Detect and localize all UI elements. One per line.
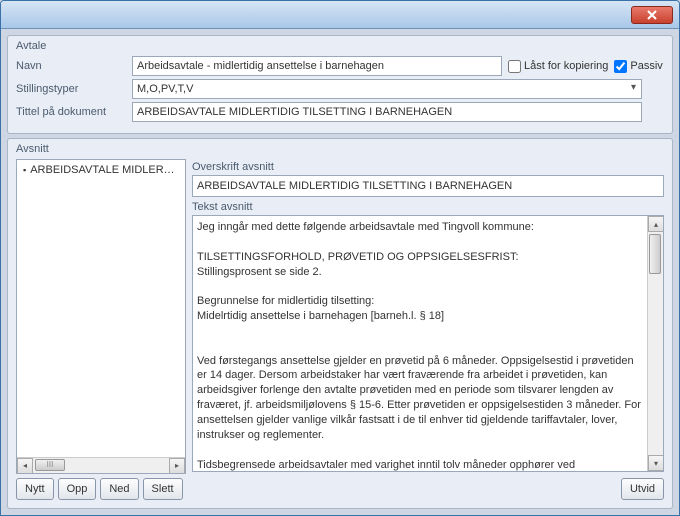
- avsnitt-right-column: Overskrift avsnitt Tekst avsnitt ▴ ▾: [192, 159, 664, 500]
- tekst-label: Tekst avsnitt: [192, 201, 664, 213]
- tekst-textarea[interactable]: [193, 216, 647, 471]
- scroll-thumb[interactable]: III: [35, 459, 65, 471]
- ned-button[interactable]: Ned: [100, 478, 138, 500]
- stillingstyper-label: Stillingstyper: [16, 83, 126, 95]
- dialog-window: Avtale Navn Låst for kopiering Passiv St…: [0, 0, 680, 516]
- tekst-vscrollbar[interactable]: ▴ ▾: [647, 216, 663, 471]
- last-for-kopiering[interactable]: Låst for kopiering: [508, 60, 608, 73]
- passiv-checkbox[interactable]: [614, 60, 627, 73]
- vscroll-track[interactable]: [648, 232, 663, 455]
- avsnitt-list-content: ARBEIDSAVTALE MIDLERTI..: [17, 160, 185, 457]
- navn-label: Navn: [16, 60, 126, 72]
- slett-button[interactable]: Slett: [143, 478, 183, 500]
- close-icon: [647, 10, 657, 20]
- scroll-left-icon[interactable]: ◂: [17, 458, 33, 474]
- scroll-up-icon[interactable]: ▴: [648, 216, 664, 232]
- passiv[interactable]: Passiv: [614, 60, 662, 73]
- opp-button[interactable]: Opp: [58, 478, 97, 500]
- tittel-input[interactable]: [132, 102, 642, 122]
- nytt-button[interactable]: Nytt: [16, 478, 54, 500]
- vscroll-thumb[interactable]: [649, 234, 661, 274]
- row-tittel: Tittel på dokument: [16, 102, 664, 122]
- avsnitt-left-column: ARBEIDSAVTALE MIDLERTI.. ◂ III ▸ Nytt Op…: [16, 159, 186, 500]
- avtale-panel-title: Avtale: [16, 40, 664, 52]
- list-button-row: Nytt Opp Ned Slett: [16, 478, 186, 500]
- utvid-button[interactable]: Utvid: [621, 478, 664, 500]
- scroll-down-icon[interactable]: ▾: [648, 455, 664, 471]
- close-button[interactable]: [631, 6, 673, 24]
- titlebar: [1, 1, 679, 29]
- stillingstyper-select[interactable]: [132, 79, 642, 99]
- scroll-track[interactable]: III: [33, 458, 169, 474]
- avsnitt-panel: Avsnitt ARBEIDSAVTALE MIDLERTI.. ◂ III ▸: [7, 138, 673, 509]
- last-label: Låst for kopiering: [524, 60, 608, 72]
- content-area: Avtale Navn Låst for kopiering Passiv St…: [1, 29, 679, 515]
- avsnitt-panel-title: Avsnitt: [16, 143, 664, 155]
- avtale-panel: Avtale Navn Låst for kopiering Passiv St…: [7, 35, 673, 134]
- navn-input[interactable]: [132, 56, 502, 76]
- list-item[interactable]: ARBEIDSAVTALE MIDLERTI..: [19, 162, 183, 178]
- tekst-wrapper: ▴ ▾: [192, 215, 664, 472]
- overskrift-label: Overskrift avsnitt: [192, 161, 664, 173]
- row-navn: Navn Låst for kopiering Passiv: [16, 56, 664, 76]
- scroll-right-icon[interactable]: ▸: [169, 458, 185, 474]
- last-checkbox[interactable]: [508, 60, 521, 73]
- tittel-label: Tittel på dokument: [16, 106, 126, 118]
- passiv-label: Passiv: [630, 60, 662, 72]
- avsnitt-body: ARBEIDSAVTALE MIDLERTI.. ◂ III ▸ Nytt Op…: [16, 159, 664, 500]
- list-hscrollbar[interactable]: ◂ III ▸: [17, 457, 185, 473]
- bottom-row: Utvid: [192, 478, 664, 500]
- row-stillingstyper: Stillingstyper: [16, 79, 664, 99]
- avsnitt-list[interactable]: ARBEIDSAVTALE MIDLERTI.. ◂ III ▸: [16, 159, 186, 474]
- overskrift-input[interactable]: [192, 175, 664, 197]
